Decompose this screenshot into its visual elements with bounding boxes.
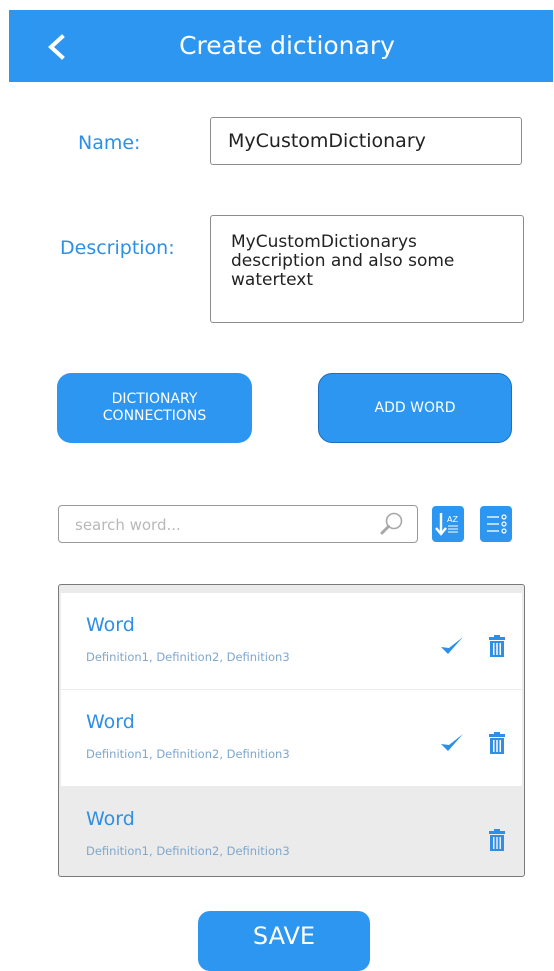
search-input[interactable] (73, 506, 367, 544)
sort-az-button[interactable]: AZ (432, 506, 464, 542)
word-list-item[interactable]: Word Definition1, Definition2, Definitio… (61, 593, 522, 689)
name-label: Name: (78, 132, 141, 154)
dictionary-connections-label: DICTIONARY CONNECTIONS (102, 391, 207, 424)
check-icon[interactable] (439, 732, 465, 754)
search-box (58, 505, 418, 544)
filter-list-icon (487, 514, 507, 534)
add-word-button[interactable]: ADD WORD (318, 373, 512, 443)
save-button[interactable]: SAVE (198, 911, 370, 971)
sort-az-icon: AZ (435, 513, 458, 536)
trash-icon[interactable] (488, 732, 506, 754)
word-definitions: Definition1, Definition2, Definition3 (86, 844, 290, 858)
filter-list-button[interactable] (480, 506, 512, 542)
app-header: Create dictionary (9, 10, 553, 82)
word-definitions: Definition1, Definition2, Definition3 (86, 747, 290, 761)
word-list-item[interactable]: Word Definition1, Definition2, Definitio… (61, 787, 522, 876)
dictionary-connections-button[interactable]: DICTIONARY CONNECTIONS (57, 373, 252, 443)
word-list-item[interactable]: Word Definition1, Definition2, Definitio… (61, 690, 522, 786)
search-icon[interactable] (379, 511, 405, 537)
add-word-label: ADD WORD (374, 399, 456, 416)
svg-text:AZ: AZ (447, 515, 458, 524)
page-title: Create dictionary (179, 31, 395, 60)
description-field[interactable]: MyCustomDictionarys description and also… (210, 215, 524, 323)
word-title: Word (86, 614, 135, 636)
description-label: Description: (60, 237, 175, 259)
trash-icon[interactable] (488, 829, 506, 851)
word-title: Word (86, 711, 135, 733)
word-definitions: Definition1, Definition2, Definition3 (86, 650, 290, 664)
name-field[interactable] (210, 117, 522, 165)
save-label: SAVE (252, 922, 316, 950)
word-list[interactable]: Word Definition1, Definition2, Definitio… (58, 584, 525, 877)
trash-icon[interactable] (488, 635, 506, 657)
word-title: Word (86, 808, 135, 830)
check-icon[interactable] (439, 635, 465, 657)
